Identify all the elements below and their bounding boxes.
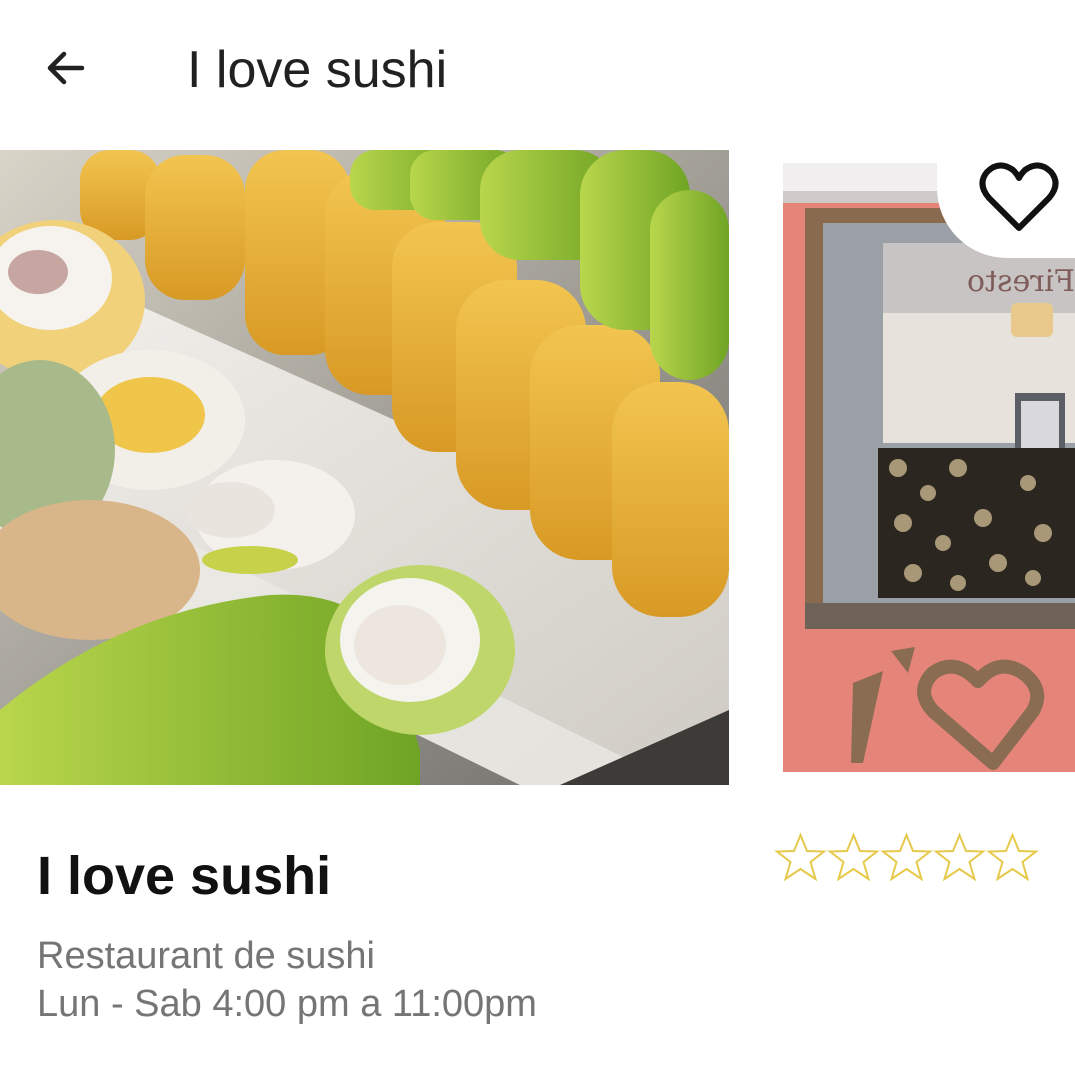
back-button[interactable]: [30, 36, 102, 100]
star-outline-icon: [880, 832, 933, 882]
app-bar: I love sushi: [0, 0, 1075, 140]
star-3[interactable]: [880, 832, 933, 885]
restaurant-category: Restaurant de sushi: [37, 935, 375, 977]
sushi-rolls-photo[interactable]: [0, 150, 729, 785]
star-outline-icon: [827, 832, 880, 882]
star-2[interactable]: [827, 832, 880, 885]
star-outline-icon: [774, 832, 827, 882]
restaurant-name: I love sushi: [37, 846, 332, 906]
star-outline-icon: [933, 832, 986, 882]
star-outline-icon: [986, 832, 1039, 882]
star-5[interactable]: [986, 832, 1039, 885]
star-4[interactable]: [933, 832, 986, 885]
rating-stars[interactable]: [774, 832, 1039, 885]
star-1[interactable]: [774, 832, 827, 885]
heart-outline-icon: [979, 162, 1059, 231]
arrow-left-icon: [47, 51, 85, 85]
svg-text:Firesto: Firesto: [967, 264, 1075, 299]
photo-gallery[interactable]: Firesto: [0, 150, 1075, 785]
restaurant-hours: Lun - Sab 4:00 pm a 11:00pm: [37, 983, 537, 1025]
page-title: I love sushi: [187, 41, 448, 99]
